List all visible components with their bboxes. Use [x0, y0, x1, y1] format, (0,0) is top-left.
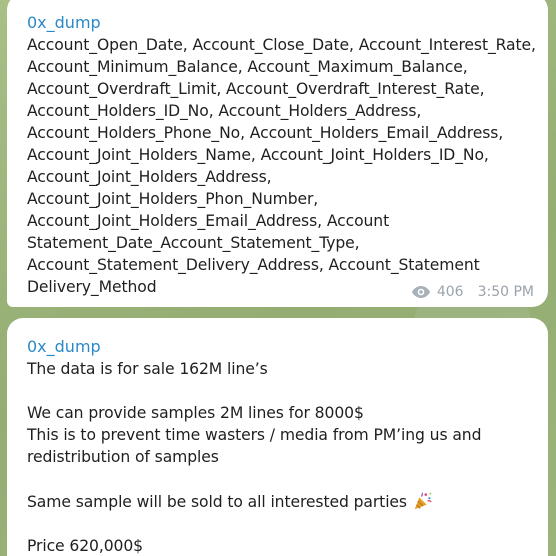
sender-name[interactable]: 0x_dump [27, 336, 536, 358]
message-time: 3:50 PM [477, 284, 534, 300]
view-count: 406 [436, 284, 464, 300]
message-bubble[interactable]: 0x_dump Account_Open_Date, Account_Close… [7, 0, 548, 307]
message-meta: 406 3:50 PM [411, 284, 534, 300]
message-bubble[interactable]: 0x_dump The data is for sale 162M line’s… [7, 318, 548, 556]
price-text: Price 620,000$ [27, 537, 144, 555]
party-popper-icon [414, 492, 432, 510]
eye-icon [411, 286, 430, 298]
message-text-line: The data is for sale 162M line’s [27, 360, 268, 378]
message-text: Account_Open_Date, Account_Close_Date, A… [27, 36, 536, 296]
message-text-line: Same sample will be sold to all interest… [27, 490, 536, 513]
message-text-span: Same sample will be sold to all interest… [27, 493, 407, 511]
message-text-block: We can provide samples 2M lines for 8000… [27, 404, 482, 466]
sender-name[interactable]: 0x_dump [27, 12, 536, 34]
